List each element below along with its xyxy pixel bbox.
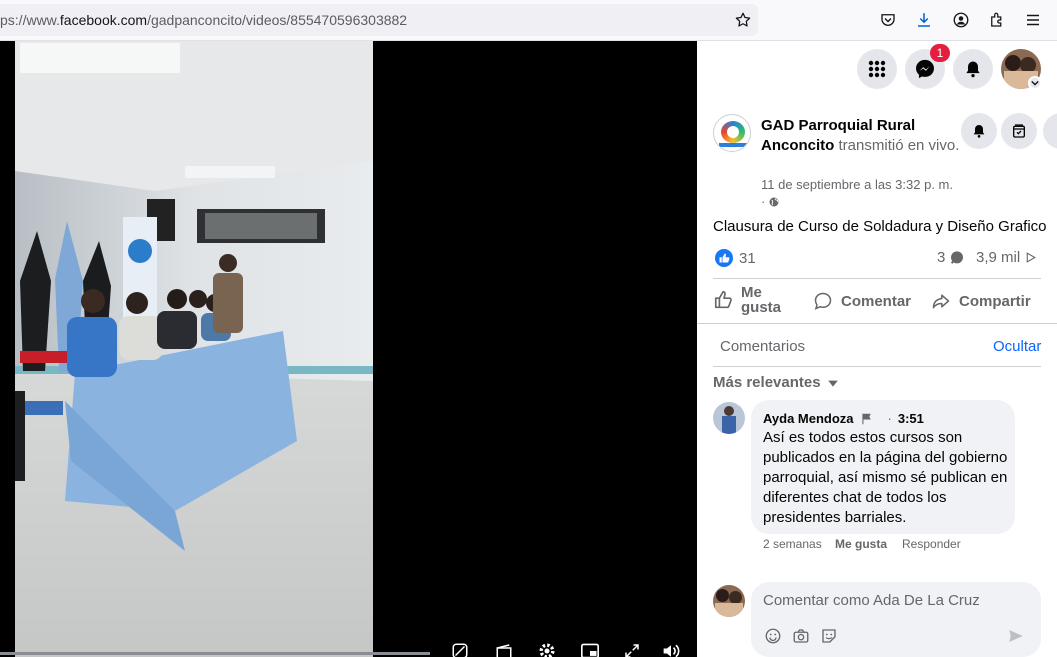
views-count: 3,9 mil — [976, 249, 1037, 266]
divider — [713, 278, 1041, 279]
miniplayer-icon[interactable] — [579, 642, 601, 657]
like-reaction-icon — [715, 249, 733, 267]
grid-icon — [868, 60, 886, 78]
browser-toolbar: ps://www.facebook.com/gadpanconcito/vide… — [0, 0, 1057, 41]
divider — [697, 323, 1057, 324]
sort-dropdown[interactable]: Más relevantes — [713, 374, 839, 391]
post-timestamp[interactable]: 11 de septiembre a las 3:32 p. m. · — [761, 177, 953, 209]
caret-down-icon — [827, 380, 838, 387]
commenter-avatar[interactable] — [713, 402, 745, 434]
comment-label: Comentar — [841, 292, 912, 310]
comments-count: 3 — [937, 249, 946, 266]
address-bar[interactable]: ps://www.facebook.com/gadpanconcito/vide… — [0, 4, 758, 36]
menu-icon[interactable] — [1021, 8, 1045, 32]
comment-text: Así es todos estos cursos son publicados… — [763, 429, 1008, 526]
url-text[interactable]: ps://www.facebook.com/gadpanconcito/vide… — [0, 12, 407, 28]
no-autoplay-icon[interactable] — [449, 642, 471, 657]
clip-icon[interactable] — [493, 642, 515, 657]
chevron-left-icon — [1053, 123, 1057, 139]
follow-notifications-button[interactable] — [961, 113, 997, 149]
messenger-badge: 1 — [930, 44, 950, 62]
chevron-down-icon[interactable] — [1028, 76, 1042, 90]
share-label: Compartir — [959, 292, 1031, 310]
sort-label: Más relevantes — [713, 374, 821, 391]
save-video-button[interactable] — [1001, 113, 1037, 149]
likes-count: 31 — [739, 249, 756, 267]
sticker-icon[interactable] — [820, 627, 838, 650]
messenger-icon — [916, 59, 934, 79]
comment-video-time[interactable]: 3:51 — [898, 411, 924, 426]
post-header-text: GAD Parroquial Rural Anconcito transmiti… — [761, 116, 961, 156]
comment-bubble-icon — [951, 250, 964, 264]
like-label: Me gusta — [741, 284, 782, 316]
emoji-icon[interactable] — [764, 627, 782, 650]
account-icon[interactable] — [949, 8, 973, 32]
comment-button[interactable]: Comentar — [813, 291, 911, 311]
play-icon — [1026, 252, 1037, 263]
divider — [713, 366, 1041, 367]
views-text: 3,9 mil — [976, 249, 1021, 266]
flag-icon — [861, 413, 871, 424]
video-frame — [15, 41, 373, 657]
comment-age[interactable]: 2 semanas — [763, 537, 822, 551]
page-avatar[interactable] — [713, 114, 751, 152]
globe-icon — [769, 197, 779, 206]
reactions-summary[interactable]: 31 — [715, 249, 756, 267]
comment-reply-link[interactable]: Responder — [902, 537, 961, 551]
share-button[interactable]: Compartir — [931, 291, 1031, 311]
comments-count-link[interactable]: 3 — [937, 249, 965, 266]
camera-icon[interactable] — [792, 627, 810, 650]
video-player[interactable] — [0, 41, 697, 657]
send-icon[interactable] — [1007, 627, 1025, 650]
comment-like-link[interactable]: Me gusta — [835, 537, 887, 551]
comment-icon — [814, 292, 832, 310]
downloads-icon[interactable] — [912, 8, 936, 32]
save-icon — [1013, 124, 1025, 138]
comment-input[interactable]: Comentar como Ada De La Cruz — [763, 592, 980, 609]
hide-comments-link[interactable]: Ocultar — [993, 338, 1041, 355]
notifications-button[interactable] — [953, 49, 993, 89]
post-title: Clausura de Curso de Soldadura y Diseño … — [713, 218, 1047, 235]
comment-header: Ayda Mendoza · 3:51 — [763, 411, 924, 426]
comments-heading: Comentarios — [720, 338, 806, 355]
pocket-icon[interactable] — [876, 8, 900, 32]
meta-separator: · — [761, 194, 766, 209]
bell-icon — [966, 61, 980, 78]
bookmark-star-icon[interactable] — [731, 8, 755, 32]
volume-icon[interactable] — [660, 642, 682, 657]
thumbs-up-icon — [714, 290, 732, 309]
comment-author[interactable]: Ayda Mendoza — [763, 411, 854, 426]
bell-icon — [973, 125, 985, 138]
settings-gear-icon[interactable] — [536, 642, 558, 657]
share-icon — [932, 294, 950, 309]
apps-menu-button[interactable] — [857, 49, 897, 89]
progress-track[interactable] — [0, 652, 430, 655]
extensions-icon[interactable] — [985, 8, 1009, 32]
timestamp-link[interactable]: 11 de septiembre a las 3:32 p. m. — [761, 177, 953, 192]
post-action-text: transmitió en vivo. — [838, 137, 960, 154]
my-avatar — [713, 585, 745, 617]
like-button[interactable]: Me gusta — [713, 285, 781, 315]
fullscreen-icon[interactable] — [621, 642, 643, 657]
